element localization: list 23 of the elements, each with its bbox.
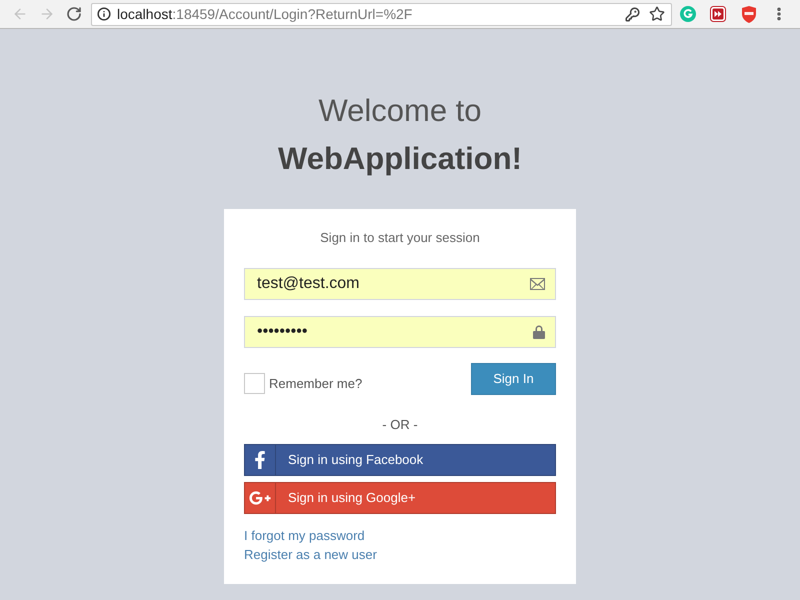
app-name-heading: WebApplication! — [278, 140, 522, 178]
key-icon[interactable] — [625, 6, 640, 22]
login-message: Sign in to start your session — [319, 229, 481, 247]
sign-in-button[interactable]: Sign In — [471, 363, 556, 395]
checkbox-square-icon[interactable] — [244, 373, 265, 394]
password-field[interactable]: ••••••••• — [244, 316, 556, 348]
envelope-icon — [530, 278, 545, 290]
register-link[interactable]: Register as a new user — [244, 545, 377, 564]
forgot-password-link[interactable]: I forgot my password — [244, 526, 365, 545]
reload-icon[interactable] — [66, 6, 82, 22]
or-separator: - OR - — [381, 416, 419, 434]
google-plus-button[interactable]: Sign in using Google+ — [244, 482, 556, 514]
url-text: localhost:18459/Account/Login?ReturnUrl=%2F — [117, 5, 412, 23]
lock-icon — [533, 325, 545, 339]
fast-forward-extension-icon[interactable] — [710, 6, 726, 22]
address-bar[interactable]: localhost:18459/Account/Login?ReturnUrl=%2F — [91, 2, 672, 26]
info-icon — [97, 7, 111, 21]
bookmark-star-icon[interactable] — [649, 6, 665, 22]
facebook-button[interactable]: Sign in using Facebook — [244, 444, 556, 476]
email-field[interactable]: test@test.com — [244, 268, 556, 300]
remember-me-checkbox[interactable]: Remember me? — [244, 373, 362, 394]
welcome-heading: Welcome to — [318, 92, 482, 130]
shield-extension-icon[interactable] — [741, 6, 757, 22]
